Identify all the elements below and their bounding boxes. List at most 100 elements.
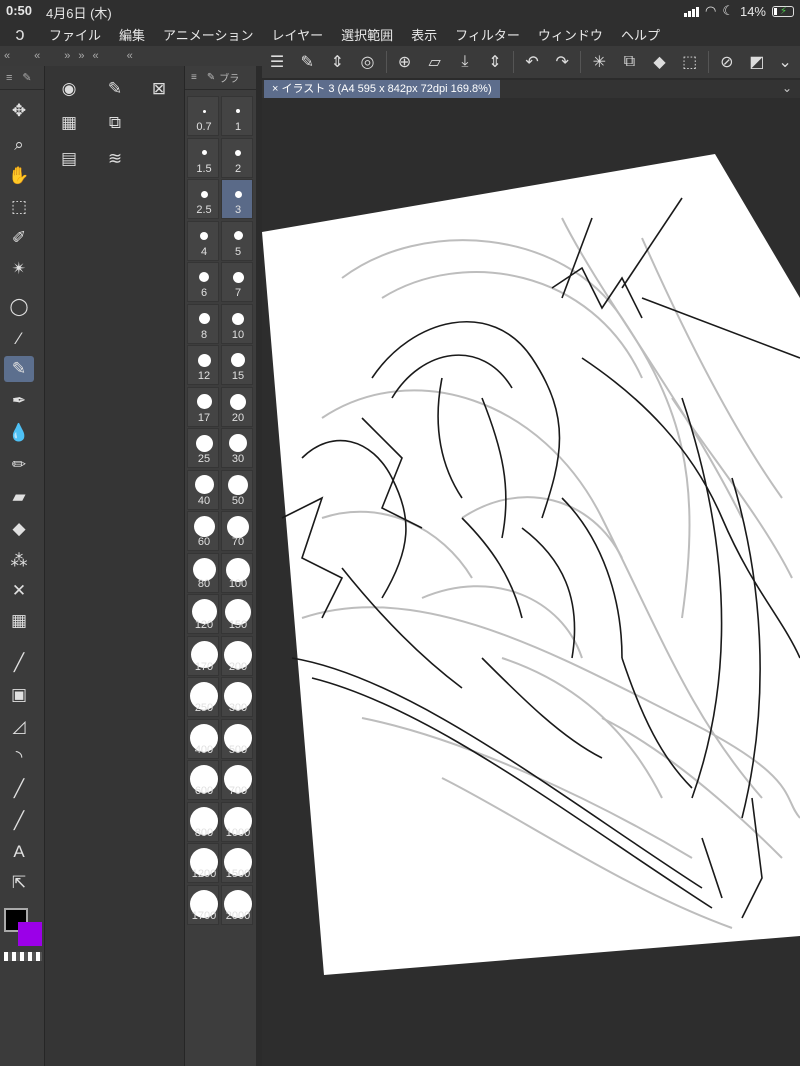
canvas-paper[interactable] [262,98,800,1066]
menu-layer[interactable]: レイヤー [263,25,333,44]
sparkle-icon[interactable]: ✕ [4,578,34,604]
zoom-icon[interactable]: ⌕ [4,132,34,158]
brush-size-cell[interactable]: 2 [221,137,253,178]
brush-size-cell[interactable]: 25 [187,428,219,468]
menu-filter[interactable]: フィルター [446,25,529,44]
round-pen-icon[interactable]: ◉ [55,76,83,102]
brush-size-cell[interactable]: 100 [221,552,253,593]
lasso-icon[interactable]: ◯ [4,294,34,320]
line3-icon[interactable]: ╱ [4,808,34,834]
brush-size-cell[interactable]: 1700 [187,884,219,925]
airbrush-icon[interactable]: ✏ [4,452,34,478]
line2-icon[interactable]: ╱ [4,776,34,802]
brush-size-cell[interactable]: 4 [187,220,219,261]
brush-size-cell[interactable]: 7 [221,262,253,302]
brush-size-cell[interactable]: 70 [221,511,253,551]
selection-pen-icon[interactable]: ✐ [4,225,34,251]
chevron-down-icon[interactable]: ⌄ [772,48,798,76]
deselect-icon[interactable]: ⊘ [714,48,740,76]
copy-icon[interactable]: ⧉ [616,48,642,76]
menu-animation[interactable]: アニメーション [154,25,262,44]
close-icon[interactable]: ⊠ [145,76,173,102]
brush-size-cell[interactable]: 15 [221,345,253,385]
menu-icon[interactable]: ≡ [191,72,197,83]
fill-icon[interactable]: ◆ [4,516,34,542]
brush-size-cell[interactable]: 2.5 [187,179,219,219]
brush-size-cell[interactable]: 2000 [221,884,253,925]
brush-size-cell[interactable]: 5 [221,220,253,261]
brush-size-cell[interactable]: 700 [221,760,253,800]
brush-size-cell[interactable]: 0.7 [187,96,219,136]
brush-size-cell[interactable]: 80 [187,552,219,593]
spinner-icon[interactable]: ✳ [586,48,612,76]
menu-selection[interactable]: 選択範囲 [332,25,402,44]
brush-size-cell[interactable]: 300 [221,677,253,717]
swirl-icon[interactable]: ◎ [354,48,380,76]
brush-size-cell[interactable]: 1 [221,96,253,136]
transform-icon[interactable]: ⬚ [677,48,703,76]
blend-icon[interactable]: 💧 [4,420,34,446]
menu-file[interactable]: ファイル [40,25,110,44]
brush-size-cell[interactable]: 400 [187,718,219,759]
brush-size-tab[interactable]: ≡ ✎ ブラ [185,66,256,90]
invert-icon[interactable]: ◩ [744,48,770,76]
redo-icon[interactable]: ↷ [549,48,575,76]
new-file-icon[interactable]: ⊕ [392,48,418,76]
brush-size-cell[interactable]: 1500 [221,843,253,883]
brush-size-cell[interactable]: 200 [221,635,253,676]
menu-view[interactable]: 表示 [402,25,446,44]
brush-size-cell[interactable]: 150 [221,594,253,634]
brush-size-cell[interactable]: 3 [221,179,253,219]
decoration-icon[interactable]: ⁂ [4,548,34,574]
move-icon[interactable]: ✥ [4,98,34,124]
sub-color-swatch[interactable] [18,922,42,946]
save-icon[interactable]: ⤓ [452,48,478,76]
expand-right-icon[interactable]: » [60,50,74,62]
menu-help[interactable]: ヘルプ [612,25,669,44]
app-logo-icon[interactable]: ↄ [0,24,40,45]
collapse-left-icon[interactable]: « [30,50,44,62]
brush-size-cell[interactable]: 1200 [187,843,219,883]
brush-size-cell[interactable]: 170 [187,635,219,676]
brush-size-cell[interactable]: 800 [187,801,219,842]
edit-icon[interactable]: ✎ [294,48,320,76]
operation-icon[interactable]: ⇱ [4,870,34,896]
text-icon[interactable]: A [4,839,34,865]
brush-size-cell[interactable]: 40 [187,469,219,510]
brush-size-cell[interactable]: 20 [221,386,253,427]
magic-wand-icon[interactable]: ✴ [4,256,34,282]
chevron-down-icon[interactable]: ⌄ [782,81,792,95]
pencil-icon[interactable]: ✒ [4,388,34,414]
curve-icon[interactable]: ◝ [4,744,34,770]
arrows-icon[interactable]: ⇕ [482,48,508,76]
collapse-left-icon[interactable]: « [0,50,14,62]
pen-icon[interactable]: ✎ [4,356,34,382]
transparent-color-swatch[interactable] [4,952,42,961]
collapse-left-icon[interactable]: « [123,50,137,62]
eyedropper-icon[interactable]: ⁄ [4,326,34,352]
brush-size-cell[interactable]: 6 [187,262,219,302]
eraser-icon[interactable]: ▰ [4,484,34,510]
layers-icon[interactable]: ⧉ [101,110,129,136]
hand-icon[interactable]: ✋ [4,163,34,189]
menu-window[interactable]: ウィンドウ [529,25,612,44]
brush-set-icon[interactable]: ✎ [101,76,129,102]
canvas-tab[interactable]: × イラスト 3 (A4 595 x 842px 72dpi 169.8%) [264,80,500,98]
brush-size-cell[interactable]: 600 [187,760,219,800]
undo-icon[interactable]: ↶ [519,48,545,76]
brush-size-cell[interactable]: 250 [187,677,219,717]
open-folder-icon[interactable]: ▱ [422,48,448,76]
brush-size-cell[interactable]: 50 [221,469,253,510]
collapse-left-icon[interactable]: « [89,50,103,62]
film-icon[interactable]: ▤ [55,146,83,172]
swap-icon[interactable]: ⇕ [324,48,350,76]
brush-size-cell[interactable]: 120 [187,594,219,634]
color-swatches[interactable] [2,906,44,950]
fill-bucket-icon[interactable]: ◆ [647,48,673,76]
object-icon[interactable]: ⬚ [4,194,34,220]
brush-size-cell[interactable]: 12 [187,345,219,385]
stack-icon[interactable]: ≋ [101,146,129,172]
brush-size-cell[interactable]: 10 [221,303,253,344]
menu-icon[interactable]: ☰ [264,48,290,76]
brush-size-cell[interactable]: 30 [221,428,253,468]
